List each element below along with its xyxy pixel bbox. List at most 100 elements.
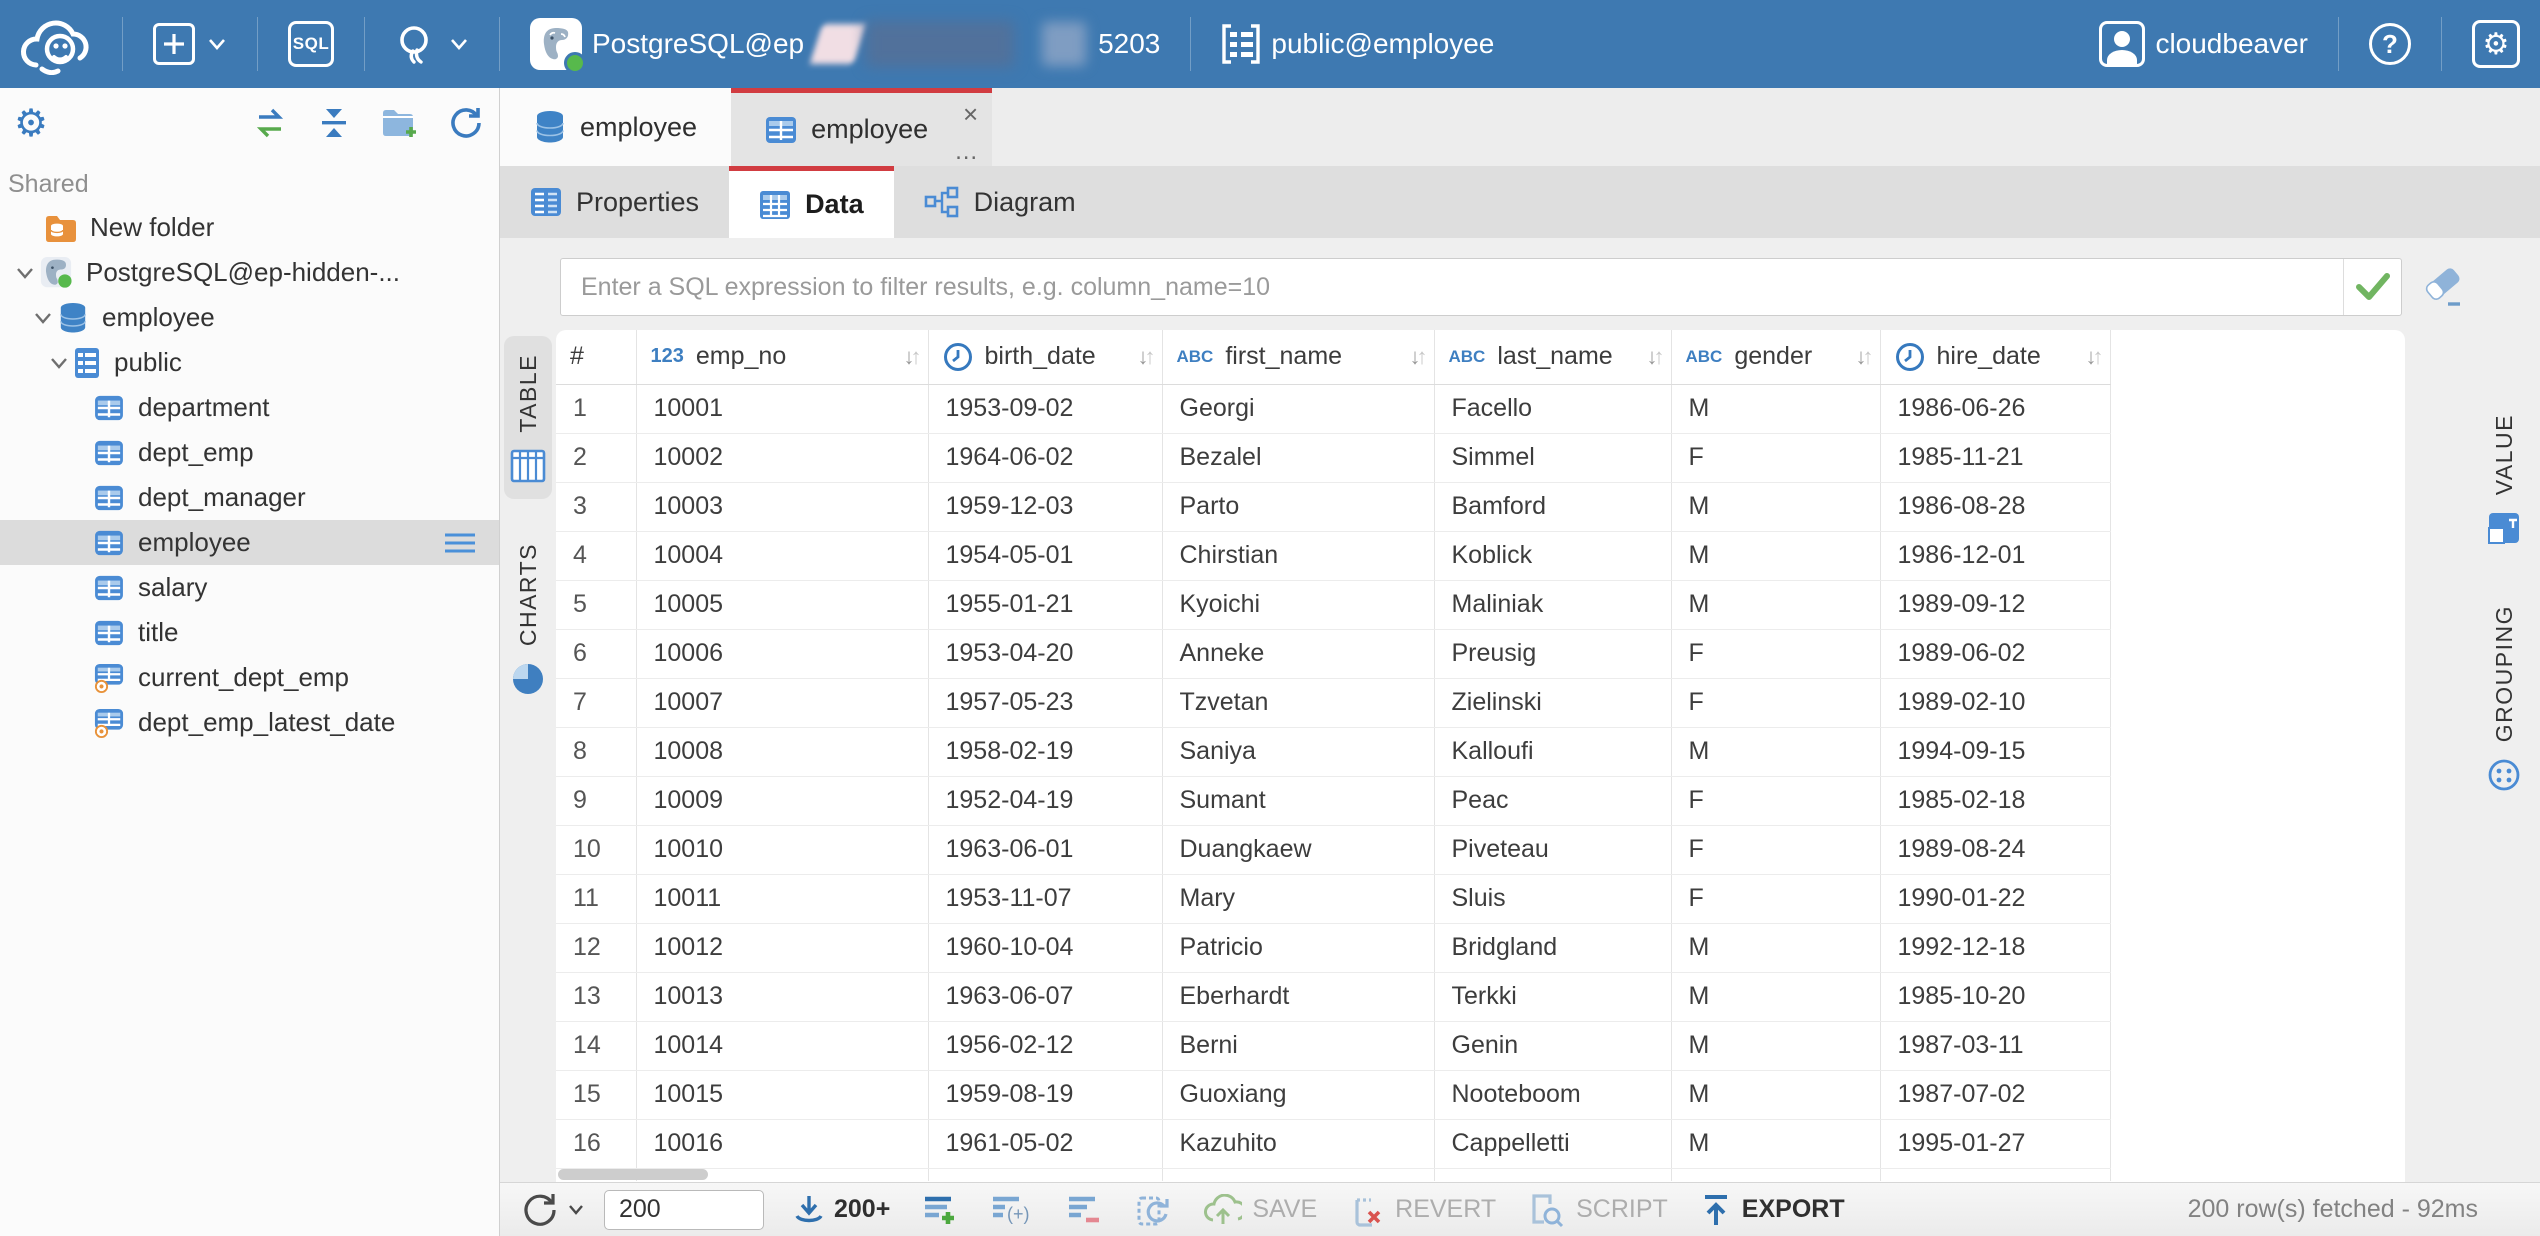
column-header-birth_date[interactable]: birth_date↓↑ [928, 330, 1162, 384]
table-row[interactable]: 1100011953-09-02GeorgiFacelloM1986-06-26 [556, 384, 2110, 433]
sort-arrows-icon[interactable]: ↓↑ [2086, 344, 2110, 370]
tree-item-department[interactable]: department [0, 385, 499, 430]
cell[interactable]: Facello [1434, 384, 1671, 433]
cell[interactable]: 10002 [636, 433, 928, 482]
cell[interactable]: Mary [1162, 874, 1434, 923]
tab-object-employee[interactable]: employee [500, 88, 731, 166]
cell[interactable]: 10010 [636, 825, 928, 874]
cell[interactable]: 1964-06-02 [928, 433, 1162, 482]
chevron-down-icon[interactable] [10, 266, 40, 280]
cell[interactable]: 10007 [636, 678, 928, 727]
cell[interactable]: 10004 [636, 531, 928, 580]
new-object-button[interactable] [129, 0, 251, 88]
cell[interactable]: M [1671, 1070, 1880, 1119]
cell[interactable]: Terkki [1434, 972, 1671, 1021]
cell[interactable]: Piveteau [1434, 825, 1671, 874]
cell[interactable]: 10011 [636, 874, 928, 923]
cell[interactable]: Georgi [1162, 384, 1434, 433]
cell[interactable]: 1986-12-01 [1880, 531, 2110, 580]
cell[interactable]: 1992-12-18 [1880, 923, 2110, 972]
table-row[interactable]: 11100111953-11-07MarySluisF1990-01-22 [556, 874, 2110, 923]
row-number[interactable]: 6 [556, 629, 636, 678]
tree-item-title[interactable]: title [0, 610, 499, 655]
row-number[interactable]: 10 [556, 825, 636, 874]
row-number[interactable]: 15 [556, 1070, 636, 1119]
column-header-hire_date[interactable]: hire_date↓↑ [1880, 330, 2110, 384]
cell[interactable]: Anneke [1162, 629, 1434, 678]
tree-item-dept-manager[interactable]: dept_manager [0, 475, 499, 520]
tree-item-public[interactable]: public [0, 340, 499, 385]
cell[interactable]: 1953-09-02 [928, 384, 1162, 433]
table-row[interactable]: 16100161961-05-02KazuhitoCappellettiM199… [556, 1119, 2110, 1168]
table-row[interactable]: 13100131963-06-07EberhardtTerkkiM1985-10… [556, 972, 2110, 1021]
cell[interactable]: Duangkaew [1162, 825, 1434, 874]
side-tab-table[interactable]: TABLE [504, 336, 552, 499]
column-header-first_name[interactable]: ABCfirst_name↓↑ [1162, 330, 1434, 384]
cell[interactable]: 1986-08-28 [1880, 482, 2110, 531]
cell[interactable]: 1995-01-27 [1880, 1119, 2110, 1168]
cell[interactable]: 1954-05-01 [928, 531, 1162, 580]
cell[interactable]: 1952-04-19 [928, 776, 1162, 825]
table-row[interactable]: 6100061953-04-20AnnekePreusigF1989-06-02 [556, 629, 2110, 678]
table-row[interactable]: 8100081958-02-19SaniyaKalloufiM1994-09-1… [556, 727, 2110, 776]
cell[interactable]: 1985-11-21 [1880, 433, 2110, 482]
tree-item-employee[interactable]: employee [0, 520, 499, 565]
row-number[interactable]: 11 [556, 874, 636, 923]
table-row[interactable]: 4100041954-05-01ChirstianKoblickM1986-12… [556, 531, 2110, 580]
cell[interactable]: Cappelletti [1434, 1119, 1671, 1168]
cell[interactable]: 10014 [636, 1021, 928, 1070]
side-tab-grouping[interactable]: GROUPING [2480, 587, 2528, 808]
cell[interactable]: M [1671, 482, 1880, 531]
cell[interactable]: 1959-08-19 [928, 1070, 1162, 1119]
cell[interactable]: Guoxiang [1162, 1070, 1434, 1119]
cell[interactable]: 1960-10-04 [928, 923, 1162, 972]
cell[interactable]: 1990-01-22 [1880, 874, 2110, 923]
sort-arrows-icon[interactable]: ↓↑ [1647, 344, 1671, 370]
connection-selector[interactable]: PostgreSQL@ep 5203 [506, 0, 1184, 88]
cell[interactable]: 10005 [636, 580, 928, 629]
fetch-size-input[interactable] [604, 1190, 764, 1230]
sql-editor-button[interactable]: SQL [264, 0, 358, 88]
delete-row-button[interactable] [1050, 1183, 1118, 1236]
cell[interactable]: 1989-09-12 [1880, 580, 2110, 629]
cell[interactable]: 1961-05-02 [928, 1119, 1162, 1168]
row-number[interactable]: 3 [556, 482, 636, 531]
cell[interactable]: Saniya [1162, 727, 1434, 776]
tree-item-postgresql-ep-hidden-[interactable]: PostgreSQL@ep-hidden-... [0, 250, 499, 295]
help-button[interactable]: ? [2345, 0, 2435, 88]
duplicate-row-button[interactable]: (+) [974, 1183, 1050, 1236]
script-button[interactable]: SCRIPT [1512, 1183, 1684, 1236]
chevron-down-icon[interactable] [28, 311, 58, 325]
row-number[interactable]: 16 [556, 1119, 636, 1168]
cell[interactable]: Patricio [1162, 923, 1434, 972]
table-row[interactable]: 3100031959-12-03PartoBamfordM1986-08-28 [556, 482, 2110, 531]
cell[interactable]: M [1671, 384, 1880, 433]
cell[interactable]: 1985-02-18 [1880, 776, 2110, 825]
user-menu[interactable]: cloudbeaver [2075, 0, 2332, 88]
cell[interactable]: 10009 [636, 776, 928, 825]
cell[interactable]: F [1671, 776, 1880, 825]
cell[interactable]: 1957-05-23 [928, 678, 1162, 727]
column-header-last_name[interactable]: ABClast_name↓↑ [1434, 330, 1671, 384]
cell[interactable]: 1963-06-07 [928, 972, 1162, 1021]
cell[interactable]: Simmel [1434, 433, 1671, 482]
fetch-more-button[interactable]: 200+ [778, 1183, 906, 1236]
cell[interactable]: M [1671, 531, 1880, 580]
settings-button[interactable]: ⚙ [2448, 0, 2540, 88]
refresh-result-button[interactable] [516, 1183, 590, 1236]
subtab-data[interactable]: Data [729, 166, 894, 238]
column-header-gender[interactable]: ABCgender↓↑ [1671, 330, 1880, 384]
cell[interactable]: M [1671, 1021, 1880, 1070]
cell[interactable]: Maliniak [1434, 580, 1671, 629]
column-header-emp_no[interactable]: 123emp_no↓↑ [636, 330, 928, 384]
cell[interactable]: 1986-06-26 [1880, 384, 2110, 433]
cell[interactable]: 10001 [636, 384, 928, 433]
cell[interactable]: Berni [1162, 1021, 1434, 1070]
side-tab-value[interactable]: VALUE [2480, 396, 2528, 561]
cell[interactable]: F [1671, 874, 1880, 923]
sql-filter-input[interactable] [561, 259, 2343, 315]
cell[interactable]: F [1671, 825, 1880, 874]
table-row[interactable]: 2100021964-06-02BezalelSimmelF1985-11-21 [556, 433, 2110, 482]
cell[interactable]: F [1671, 629, 1880, 678]
link-to-editor-button[interactable] [253, 108, 287, 138]
